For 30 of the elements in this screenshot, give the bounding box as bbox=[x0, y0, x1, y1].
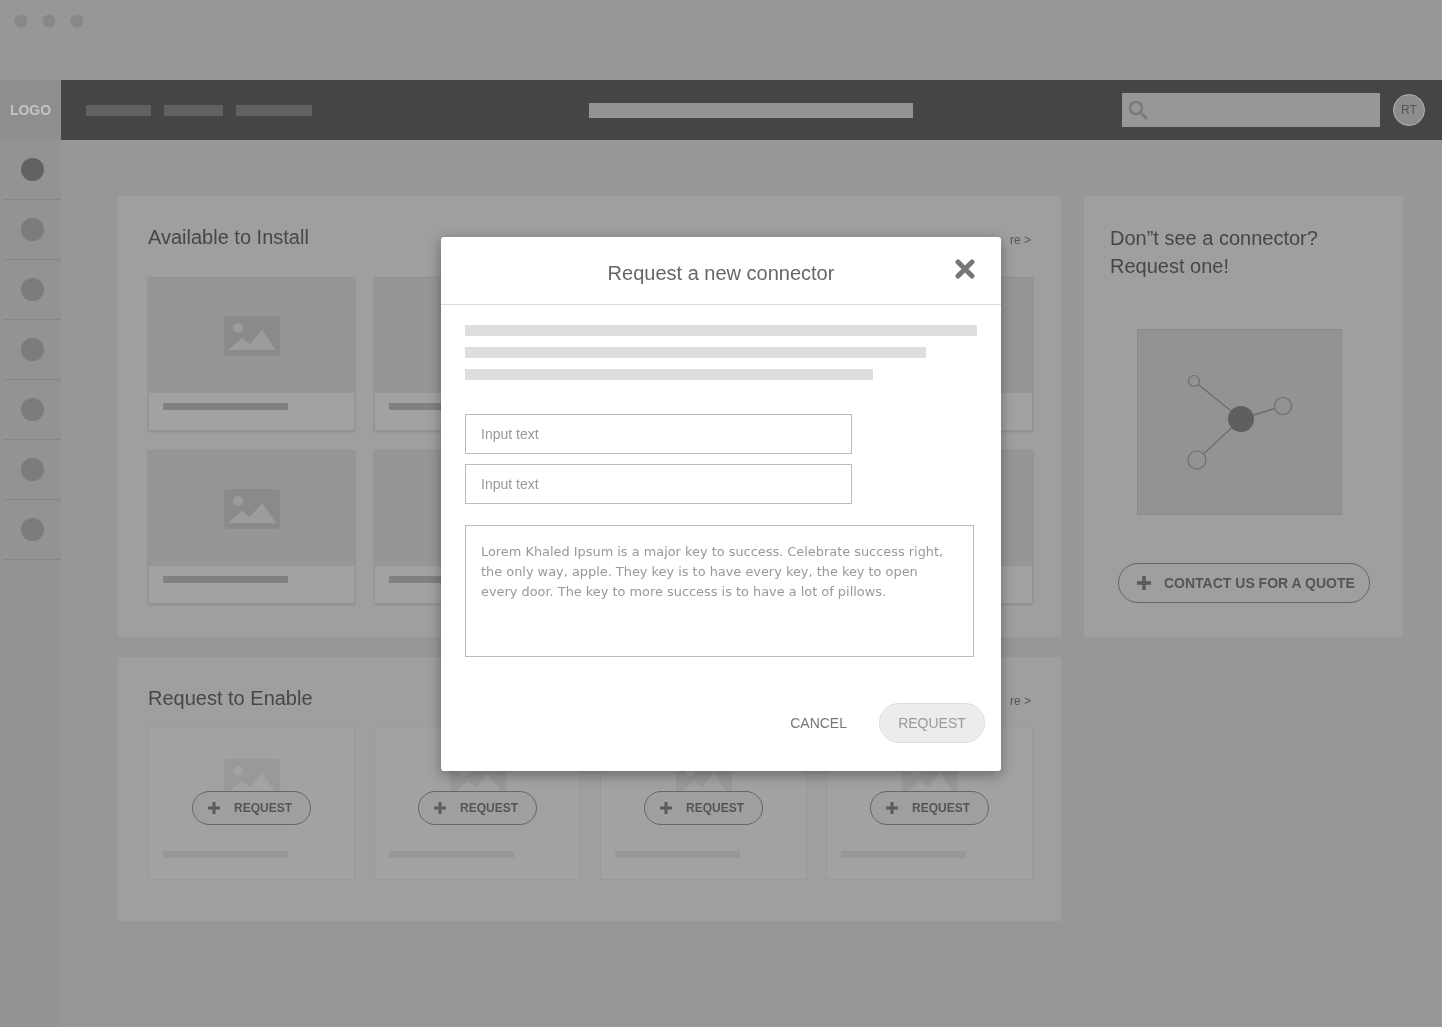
nav-placeholder-bar[interactable] bbox=[164, 104, 223, 116]
view-more-link[interactable]: re > bbox=[1010, 694, 1031, 708]
avatar[interactable]: RT bbox=[1393, 94, 1425, 126]
plus-icon bbox=[886, 802, 898, 814]
close-icon[interactable] bbox=[955, 259, 975, 279]
sidebar-item[interactable] bbox=[21, 158, 44, 181]
connector-card[interactable] bbox=[148, 277, 355, 431]
view-more-link[interactable]: re > bbox=[1010, 233, 1031, 247]
plus-icon bbox=[660, 802, 672, 814]
plus-icon bbox=[434, 802, 446, 814]
request-button[interactable]: REQUEST bbox=[418, 791, 537, 825]
nav-placeholder-bar[interactable] bbox=[86, 104, 151, 116]
request-button[interactable]: REQUEST bbox=[870, 791, 989, 825]
plus-icon bbox=[1137, 576, 1151, 590]
request-button[interactable]: REQUEST bbox=[192, 791, 311, 825]
input-field[interactable]: Input text bbox=[465, 464, 852, 504]
nav-placeholder-bar[interactable] bbox=[236, 104, 312, 116]
search-field[interactable] bbox=[1122, 93, 1380, 127]
request-button[interactable]: REQUEST bbox=[644, 791, 763, 825]
section-title: Request to Enable bbox=[148, 686, 313, 710]
contact-button[interactable]: CONTACT US FOR A QUOTE bbox=[1118, 563, 1370, 603]
connector-card[interactable] bbox=[148, 450, 355, 604]
panel-heading: Don”t see a connector? Request one! bbox=[1110, 226, 1319, 279]
message-field[interactable]: Lorem Khaled Ipsum is a major key to success. Celebrate success right, the only way, apple. They key is to have every key, the key to open every door. The key to more success is to have a lot of pillows. bbox=[465, 525, 974, 657]
search-icon bbox=[1128, 100, 1148, 120]
cancel-button[interactable]: CANCEL bbox=[780, 705, 857, 741]
modal-title: Request a new connector bbox=[607, 262, 835, 285]
plus-icon bbox=[208, 802, 220, 814]
input-field[interactable]: Input text bbox=[465, 414, 852, 454]
section-title: Available to Install bbox=[148, 225, 309, 249]
